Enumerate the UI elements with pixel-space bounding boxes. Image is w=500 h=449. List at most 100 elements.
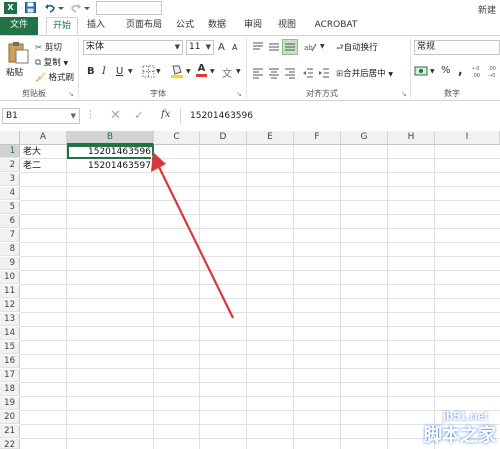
copy-button[interactable]: ⧉ 复制 ▼ (35, 56, 68, 68)
paste-button[interactable]: 粘贴 (6, 66, 23, 78)
row-header[interactable]: 1 (0, 145, 20, 158)
font-color-button[interactable]: A (196, 63, 207, 77)
column-header-h[interactable]: H (388, 131, 435, 145)
alignment-launcher-icon[interactable]: ↘ (401, 90, 407, 98)
row-header[interactable]: 19 (0, 397, 20, 410)
number-format-select[interactable]: 常规 (414, 40, 500, 55)
row-header[interactable]: 20 (0, 411, 20, 424)
format-painter-button[interactable]: 🖌 格式刷 (35, 71, 74, 83)
row-header[interactable]: 22 (0, 439, 20, 449)
row-header[interactable]: 17 (0, 369, 20, 382)
align-center-icon[interactable] (268, 67, 280, 82)
tab-file[interactable]: 文件 (0, 17, 38, 35)
align-left-icon[interactable] (252, 67, 264, 82)
tab-data[interactable]: 数据 (204, 17, 230, 35)
align-bottom-icon[interactable] (282, 39, 298, 55)
row-header[interactable]: 4 (0, 187, 20, 200)
cell-a2[interactable]: 老二 (23, 160, 41, 173)
redo-icon[interactable] (70, 2, 82, 14)
clipboard-launcher-icon[interactable]: ↘ (68, 90, 74, 98)
undo-icon[interactable] (44, 2, 56, 14)
row-header[interactable]: 14 (0, 327, 20, 340)
phonetic-icon[interactable]: 文 (222, 65, 232, 80)
wrap-text-button[interactable]: ⮐自动换行 (336, 41, 378, 56)
merge-center-button[interactable]: ⊞合并后居中 ▼ (336, 67, 393, 79)
row-header[interactable]: 11 (0, 285, 20, 298)
fill-handle[interactable] (151, 156, 156, 161)
row-header[interactable]: 3 (0, 173, 20, 186)
tab-view[interactable]: 视图 (274, 17, 300, 35)
increase-indent-icon[interactable] (318, 67, 330, 82)
shrink-font-button[interactable]: A (232, 43, 237, 52)
bold-button[interactable]: B (87, 66, 95, 77)
align-top-icon[interactable] (252, 41, 264, 56)
chevron-down-icon[interactable]: ▼ (156, 68, 161, 75)
chevron-down-icon[interactable]: ▼ (430, 68, 435, 75)
increase-decimal-icon[interactable]: ←0.00 (472, 64, 486, 81)
row-header[interactable]: 5 (0, 201, 20, 214)
enter-icon[interactable]: ✓ (134, 108, 144, 122)
decrease-indent-icon[interactable] (302, 67, 314, 82)
row-header[interactable]: 18 (0, 383, 20, 396)
row-header[interactable]: 6 (0, 215, 20, 228)
undo-dropdown-icon[interactable] (58, 2, 64, 14)
column-header-b[interactable]: B (67, 131, 154, 145)
underline-button[interactable]: U (116, 66, 123, 77)
cell-a1[interactable]: 老大 (23, 146, 41, 159)
percent-button[interactable]: % (441, 65, 451, 76)
row-header[interactable]: 15 (0, 341, 20, 354)
tab-page-layout[interactable]: 页面布局 (118, 17, 170, 35)
tab-review[interactable]: 审阅 (240, 17, 266, 35)
comma-button[interactable]: , (458, 63, 463, 77)
currency-icon[interactable] (414, 65, 428, 80)
column-header-i[interactable]: I (435, 131, 500, 145)
paste-icon[interactable] (6, 40, 30, 64)
quick-access-box[interactable] (96, 1, 162, 15)
column-header-a[interactable]: A (20, 131, 67, 145)
tab-acrobat[interactable]: ACROBAT (310, 17, 362, 35)
font-size-select[interactable]: 11 ▼ (186, 40, 214, 55)
decrease-decimal-icon[interactable]: .00 →0 (488, 64, 500, 81)
fill-color-icon[interactable] (170, 63, 184, 82)
column-header-f[interactable]: F (294, 131, 341, 145)
row-header[interactable]: 10 (0, 271, 20, 284)
border-icon[interactable] (142, 65, 155, 81)
row-header[interactable]: 7 (0, 229, 20, 242)
chevron-down-icon[interactable]: ▼ (186, 68, 191, 75)
column-header-d[interactable]: D (200, 131, 247, 145)
select-all-corner[interactable] (0, 131, 20, 145)
column-header-g[interactable]: G (341, 131, 388, 145)
save-icon[interactable] (25, 2, 36, 13)
cut-button[interactable]: ✂ 剪切 (35, 41, 62, 53)
column-header-c[interactable]: C (154, 131, 200, 145)
row-header[interactable]: 2 (0, 159, 20, 172)
font-launcher-icon[interactable]: ↘ (236, 90, 242, 98)
chevron-down-icon[interactable]: ▼ (128, 68, 133, 75)
tab-home[interactable]: 开始 (46, 17, 78, 35)
align-right-icon[interactable] (284, 67, 296, 82)
row-header[interactable]: 13 (0, 313, 20, 326)
tab-formulas[interactable]: 公式 (172, 17, 198, 35)
row-header[interactable]: 9 (0, 257, 20, 270)
insert-function-button[interactable]: fx (161, 109, 170, 120)
chevron-down-icon[interactable]: ▼ (236, 68, 241, 75)
name-box[interactable]: B1 ▼ (2, 108, 80, 124)
orientation-icon[interactable]: ab (304, 41, 317, 56)
row-header[interactable]: 8 (0, 243, 20, 256)
column-header-e[interactable]: E (247, 131, 294, 145)
row-header[interactable]: 12 (0, 299, 20, 312)
italic-button[interactable]: I (102, 66, 106, 77)
align-middle-icon[interactable] (268, 41, 280, 56)
more-icon[interactable]: ⋮ (86, 110, 95, 120)
cancel-icon[interactable]: ✕ (110, 108, 121, 123)
row-header[interactable]: 16 (0, 355, 20, 368)
font-name-select[interactable]: 宋体 ▼ (83, 40, 183, 55)
cell-b2[interactable]: 15201463597 (68, 160, 151, 173)
formula-input[interactable]: 15201463596 (180, 108, 500, 124)
chevron-down-icon[interactable]: ▼ (210, 68, 215, 75)
grow-font-button[interactable]: A (218, 42, 225, 53)
redo-dropdown-icon[interactable] (84, 2, 90, 14)
tab-insert[interactable]: 插入 (82, 17, 110, 35)
row-header[interactable]: 21 (0, 425, 20, 438)
chevron-down-icon[interactable]: ▼ (320, 43, 325, 50)
